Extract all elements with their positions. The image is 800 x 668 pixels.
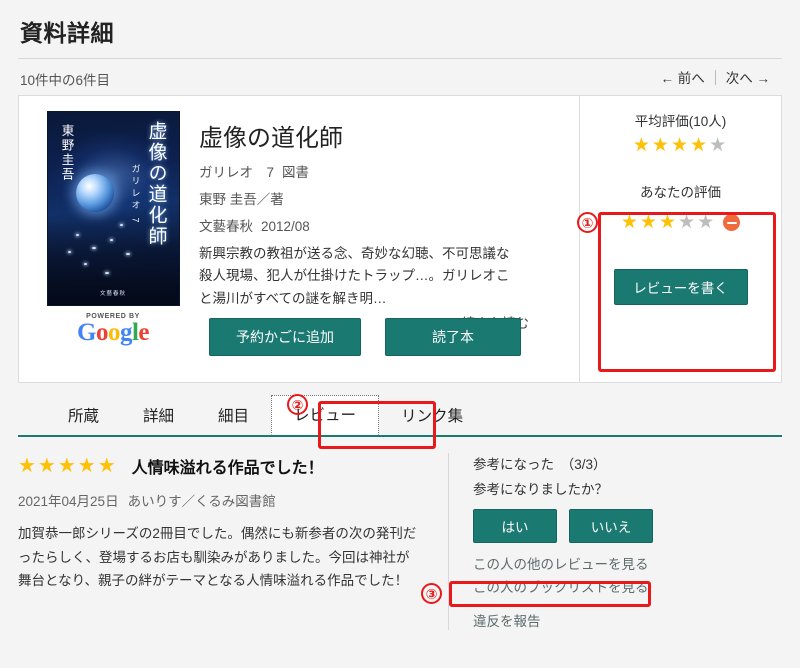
report-violation-link[interactable]: 違反を報告 <box>473 610 778 630</box>
rating-panel: 平均評価(10人) ★★★★★ あなたの評価 ★ ★ ★ ★ ★ レビューを書く <box>579 96 781 382</box>
mark-as-read-button[interactable]: 読了本 <box>385 318 521 356</box>
book-author: 東野 圭吾／著 <box>199 192 284 207</box>
book-publisher-line: 文藝春秋 2012/08 <box>199 215 565 235</box>
review-content: ★★★★★ 人情味溢れる作品でした！ 2021年04月25日 あいりす／くるみ図書… <box>18 453 438 630</box>
helpful-question: 参考になりましたか？ <box>473 482 608 497</box>
review-rating-stars: ★★★★★ <box>18 455 118 477</box>
book-cover-column: 虚像の道化師 ガリレオ 7 東野圭吾 文藝春秋 POWERED BY Googl… <box>19 110 195 382</box>
tab-holdings[interactable]: 所蔵 <box>46 397 121 435</box>
cover-sparkle <box>84 262 88 265</box>
review-author: あいりす／くるみ図書館 <box>127 494 276 509</box>
review-title: 人情味溢れる作品でした！ <box>131 459 324 477</box>
prev-link[interactable]: ← 前へ <box>650 67 714 87</box>
add-to-reservation-cart-button[interactable]: 予約かごに追加 <box>209 318 361 356</box>
next-link[interactable]: 次へ → <box>716 67 780 87</box>
cover-orb <box>75 174 114 213</box>
result-subbar: 10件中の6件目 ← 前へ 次へ → <box>18 59 782 95</box>
review-date: 2021年04月25日 <box>18 494 119 509</box>
review-header: ★★★★★ 人情味溢れる作品でした！ <box>18 453 438 478</box>
review-section: ★★★★★ 人情味溢れる作品でした！ 2021年04月25日 あいりす／くるみ図書… <box>18 453 782 630</box>
minus-circle-icon[interactable] <box>723 214 741 231</box>
book-action-buttons: 予約かごに追加 読了本 <box>209 318 521 356</box>
google-books-logo: POWERED BY Google <box>31 313 195 345</box>
your-rating-label: あなたの評価 <box>640 185 721 200</box>
write-review-button[interactable]: レビューを書く <box>613 269 748 305</box>
cover-sparkle <box>126 252 131 255</box>
cover-author-text: 東野圭吾 <box>59 124 74 182</box>
other-reviews-link[interactable]: この人の他のレビューを見る <box>473 553 778 573</box>
result-count: 10件中の6件目 <box>20 73 111 88</box>
tab-reviews[interactable]: レビュー <box>271 395 380 435</box>
tab-details[interactable]: 詳細 <box>121 397 196 435</box>
user-booklist-link[interactable]: この人のブックリストを見る <box>473 576 778 596</box>
cover-title-text: 虚像の道化師 <box>145 121 167 247</box>
tab-links[interactable]: リンク集 <box>379 397 485 435</box>
book-material-type: 図書 <box>282 165 310 180</box>
average-rating-stars: ★★★★★ <box>632 135 729 156</box>
book-pubdate: 2012/08 <box>261 219 310 234</box>
detail-tabs: 所蔵 詳細 細目 レビュー リンク集 <box>18 393 782 435</box>
page-root: 資料詳細 10件中の6件目 ← 前へ 次へ → 虚像の道化師 ガリレオ 7 東野… <box>0 0 800 668</box>
book-detail-card: 虚像の道化師 ガリレオ 7 東野圭吾 文藝春秋 POWERED BY Googl… <box>18 95 782 383</box>
book-cover-image[interactable]: 虚像の道化師 ガリレオ 7 東野圭吾 文藝春秋 <box>47 112 179 305</box>
book-description: 新興宗教の教祖が送る念、奇妙な幻聴、不可思議な殺人現場、犯人が仕掛けたトラップ…… <box>199 246 510 306</box>
google-wordmark: Google <box>76 319 149 346</box>
cover-series-text: ガリレオ 7 <box>130 164 141 226</box>
helpful-no-button[interactable]: いいえ <box>569 509 653 543</box>
book-series-line: ガリレオ 7 図書 <box>199 161 565 181</box>
book-series: ガリレオ 7 <box>199 165 275 180</box>
cover-sparkle <box>76 233 80 236</box>
book-detail-left: 虚像の道化師 ガリレオ 7 東野圭吾 文藝春秋 POWERED BY Googl… <box>19 96 579 382</box>
your-rating-stars[interactable]: ★ ★ ★ ★ ★ <box>621 211 741 234</box>
tab-underline <box>18 435 782 437</box>
average-rating-label: 平均評価(10人) <box>634 114 727 129</box>
helpful-yes-button[interactable]: はい <box>473 509 557 543</box>
helpful-count: 参考になった （3/3） <box>473 457 607 472</box>
tab-contents[interactable]: 細目 <box>196 397 271 435</box>
page-title: 資料詳細 <box>20 20 114 46</box>
cover-sparkle <box>119 223 123 226</box>
tab-list: 所蔵 詳細 細目 レビュー リンク集 <box>18 393 782 435</box>
your-rating-box: あなたの評価 ★ ★ ★ ★ ★ レビューを書く <box>592 169 769 313</box>
pager: ← 前へ 次へ → <box>650 67 780 87</box>
book-title: 虚像の道化師 <box>199 125 343 152</box>
review-feedback-panel: 参考になった （3/3） 参考になりましたか？ はい いいえ この人の他のレビュ… <box>448 453 778 630</box>
review-meta: 2021年04月25日 あいりす／くるみ図書館 <box>18 490 438 510</box>
helpful-buttons: はい いいえ <box>473 509 778 543</box>
cover-publisher-mark: 文藝春秋 <box>99 291 127 297</box>
review-body: 加賀恭一郎シリーズの2冊目でした。偶然にも新参者の次の発刊だったらしく、登場する… <box>18 526 417 589</box>
book-publisher: 文藝春秋 <box>199 219 253 234</box>
